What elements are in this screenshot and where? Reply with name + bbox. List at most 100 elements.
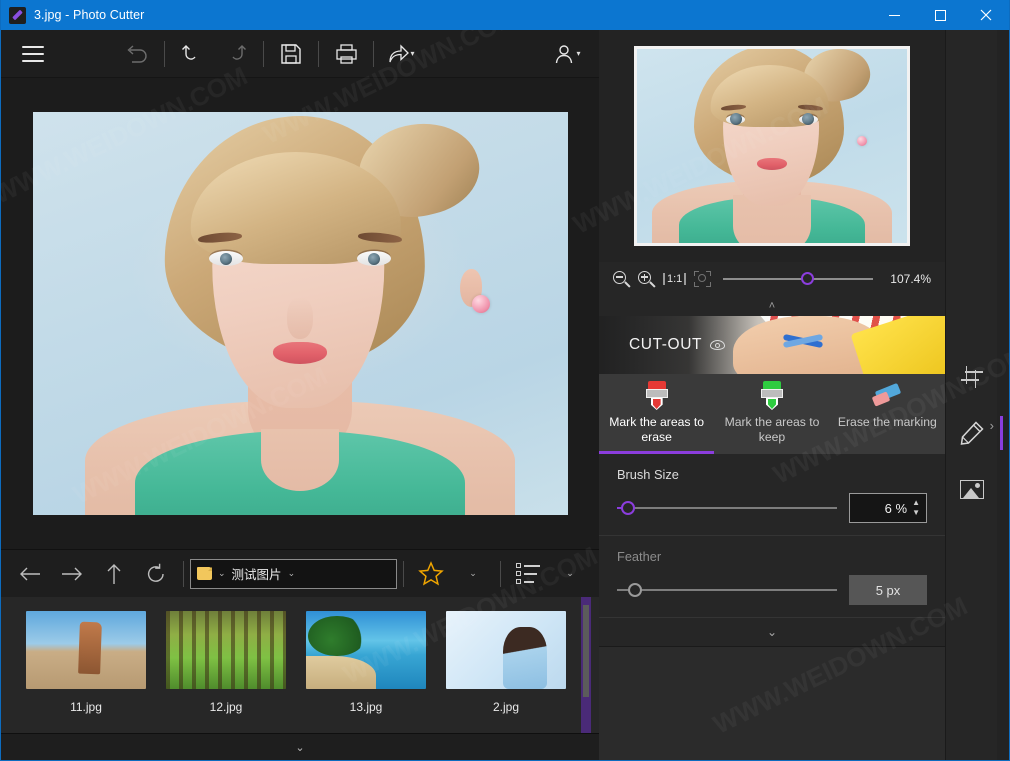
up-button[interactable]: [93, 553, 135, 595]
app-icon: [9, 6, 26, 24]
hamburger-icon: [22, 45, 44, 62]
chevron-down-icon[interactable]: ⌄: [218, 568, 226, 579]
photo-detail: [471, 295, 490, 314]
share-button[interactable]: ▾: [379, 32, 423, 76]
list-item[interactable]: 11.jpg: [17, 611, 155, 714]
thumbnail-label: 12.jpg: [209, 700, 243, 714]
zoom-in-icon[interactable]: [638, 270, 656, 288]
sort-button[interactable]: [507, 553, 549, 595]
chevron-right-icon: ›: [989, 418, 994, 433]
list-item[interactable]: 2.jpg: [437, 611, 575, 714]
maximize-button[interactable]: [917, 0, 963, 30]
list-item[interactable]: 12.jpg: [157, 611, 295, 714]
feather-slider-knob[interactable]: [628, 583, 642, 597]
edited-photo[interactable]: [32, 112, 568, 515]
minimize-button[interactable]: [871, 0, 917, 30]
navbar-divider: [500, 560, 501, 587]
crop-tool-button[interactable]: [955, 360, 989, 394]
strip-collapse-button[interactable]: ⌄: [1, 733, 599, 760]
account-button[interactable]: ▾: [545, 32, 589, 76]
panel-expand-button[interactable]: ›: [990, 418, 994, 433]
refresh-button[interactable]: [135, 553, 177, 595]
tab-mark-keep[interactable]: Mark the areas to keep: [714, 374, 829, 454]
sort-dropdown[interactable]: ⌄: [549, 553, 591, 595]
thumbnail-label: 11.jpg: [70, 700, 102, 714]
eraser-icon: [872, 381, 902, 409]
navbar-divider: [403, 560, 404, 587]
favorites-dropdown[interactable]: ⌄: [452, 553, 494, 595]
brush-size-slider-knob[interactable]: [621, 501, 636, 515]
revert-icon: [127, 44, 147, 63]
undo-button[interactable]: [170, 32, 214, 76]
pencil-icon: [960, 421, 984, 445]
eye-icon[interactable]: [710, 340, 726, 350]
print-button[interactable]: [324, 32, 368, 76]
zoom-out-icon[interactable]: [613, 270, 631, 288]
thumbnail-scrollbar[interactable]: [581, 597, 591, 733]
refresh-icon: [147, 563, 164, 582]
menu-button[interactable]: [11, 32, 55, 76]
brush-size-stepper[interactable]: 6 % ▲ ▼: [849, 493, 927, 523]
preview-collapse-button[interactable]: ˄: [599, 296, 945, 316]
green-marker-icon: [759, 381, 785, 411]
revert-button[interactable]: [115, 32, 159, 76]
title-bar: 3.jpg - Photo Cutter: [1, 0, 1009, 30]
photo-detail: [356, 251, 391, 267]
close-button[interactable]: [963, 0, 1009, 30]
controls-expand-button[interactable]: ⌄: [599, 618, 945, 646]
share-caret: ▾: [410, 49, 415, 58]
folder-icon: [197, 567, 212, 580]
redo-icon: [232, 44, 246, 60]
back-button[interactable]: [9, 553, 51, 595]
stepper-arrows-icon[interactable]: ▲ ▼: [912, 499, 920, 517]
toolbar-divider: [164, 40, 165, 67]
thumbnail-image[interactable]: [446, 611, 566, 689]
image-tool-button[interactable]: [955, 472, 989, 506]
browser-navbar: ⌄ 测试图片 ⌄ ⌄ ⌄: [1, 549, 599, 597]
actual-size-button[interactable]: 1:1: [663, 273, 687, 285]
brush-size-control: Brush Size 6 % ▲ ▼: [599, 454, 945, 536]
share-icon: [389, 43, 410, 62]
thumbnail-image[interactable]: [306, 611, 426, 689]
path-folder-name: 测试图片: [231, 568, 282, 582]
tab-label: Mark the areas to keep: [724, 415, 820, 444]
print-icon: [335, 43, 357, 64]
image-canvas[interactable]: [1, 78, 599, 549]
chevron-down-icon: ⌄: [766, 625, 778, 639]
thumbnail-strip[interactable]: 11.jpg 12.jpg 13.jpg 2.jpg: [1, 597, 599, 733]
red-marker-icon: [644, 381, 670, 411]
edit-tool-button[interactable]: [955, 416, 1003, 450]
tab-mark-erase[interactable]: Mark the areas to erase: [599, 374, 715, 454]
thumbnail-image[interactable]: [26, 611, 146, 689]
favorites-button[interactable]: [410, 553, 452, 595]
zoom-slider-knob[interactable]: [801, 272, 815, 285]
feather-slider[interactable]: [617, 581, 837, 599]
list-item[interactable]: 13.jpg: [297, 611, 435, 714]
zoom-slider[interactable]: [723, 271, 873, 287]
save-button[interactable]: [269, 32, 313, 76]
thumbnail-label: 13.jpg: [349, 700, 383, 714]
up-arrow-icon: [107, 563, 121, 584]
preview-image[interactable]: [634, 46, 910, 246]
brush-size-value: 6 %: [884, 500, 908, 516]
panel-empty-area: [599, 646, 945, 760]
redo-button[interactable]: [214, 32, 258, 76]
fit-to-window-icon[interactable]: [694, 271, 712, 287]
thumbnail-image[interactable]: [166, 611, 286, 689]
forward-button[interactable]: [51, 553, 93, 595]
photo-detail: [287, 297, 313, 340]
scrollbar-thumb[interactable]: [583, 605, 589, 697]
chevron-down-icon[interactable]: ⌄: [288, 568, 296, 579]
banner-photo-detail: [773, 330, 831, 354]
photo-detail: [209, 251, 244, 267]
toolbar-divider: [263, 40, 264, 67]
path-bar[interactable]: ⌄ 测试图片 ⌄: [190, 558, 397, 589]
cutout-banner: CUT-OUT: [599, 316, 945, 374]
right-panel: 1:1 107.4% ˄ CUT-OUT Mark the areas to e…: [599, 30, 945, 760]
tab-label: Mark the areas to erase: [609, 415, 705, 444]
right-column: 1:1 107.4% ˄ CUT-OUT Mark the areas to e…: [599, 30, 1009, 760]
cutout-tool-tabs: Mark the areas to erase Mark the areas t…: [599, 374, 945, 454]
thumbnail-label: 2.jpg: [492, 700, 520, 714]
tab-erase-marking[interactable]: Erase the marking: [830, 374, 945, 454]
brush-size-slider[interactable]: [617, 499, 837, 517]
